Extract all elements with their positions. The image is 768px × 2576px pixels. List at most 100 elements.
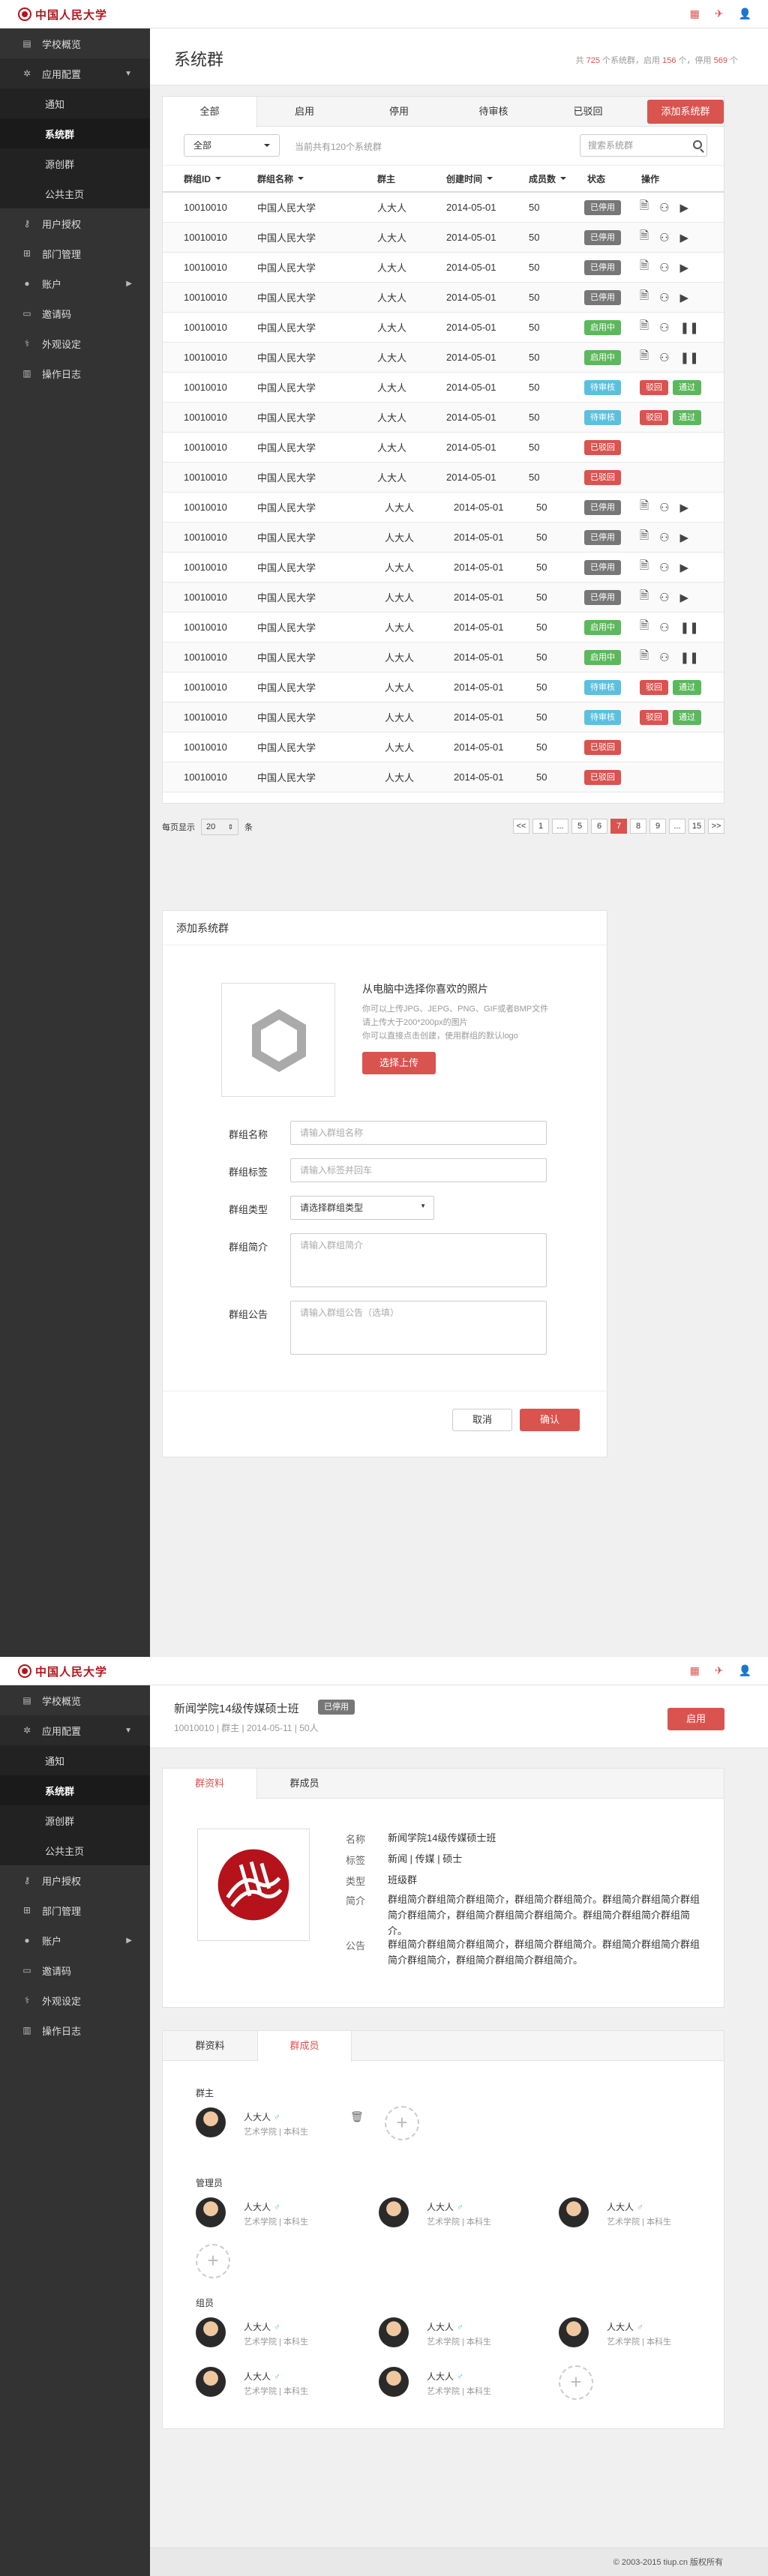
per-page-select[interactable]: 20 ⇕	[201, 819, 238, 835]
document-icon[interactable]: 🗎	[640, 288, 649, 307]
sidebar-item-invite[interactable]: ▭ 邀请码	[0, 298, 150, 328]
sidebar-subitem-public-page[interactable]: 公共主页	[0, 178, 150, 208]
sidebar-subitem-notice[interactable]: 通知	[0, 1745, 150, 1775]
search-icon[interactable]	[693, 140, 702, 149]
document-icon[interactable]: 🗎	[640, 648, 649, 666]
sidebar-item-app-config[interactable]: ✲ 应用配置 ▼	[0, 1715, 150, 1745]
brand-logo[interactable]: 中国人民大学	[18, 1664, 107, 1679]
tab-pending[interactable]: 待审核	[446, 97, 541, 127]
sidebar-item-account[interactable]: ● 账户 ▶	[0, 1925, 150, 1955]
document-icon[interactable]: 🗎	[640, 498, 649, 517]
member-card[interactable]: 人大人 ♂ 艺术学院 | 本科生	[196, 2196, 346, 2233]
pause-icon[interactable]: ❚❚	[680, 651, 699, 664]
table-row[interactable]: 10010010 中国人民大学 人大人 2014-05-01 50 已停用 🗎 ⚇ ▶	[163, 193, 724, 223]
brand-logo[interactable]: 中国人民大学	[18, 7, 107, 22]
document-icon[interactable]: 🗎	[640, 558, 649, 577]
page-button[interactable]: 8	[630, 819, 646, 834]
document-icon[interactable]: 🗎	[640, 348, 649, 367]
user-settings-icon[interactable]: ⚇	[659, 231, 669, 244]
page-button[interactable]: 5	[572, 819, 588, 834]
cancel-button[interactable]: 取消	[452, 1409, 512, 1431]
user-settings-icon[interactable]: ⚇	[659, 591, 669, 604]
table-row[interactable]: 10010010 中国人民大学 人大人 2014-05-01 50 待审核 驳回 通过	[163, 373, 724, 403]
member-card[interactable]: 人大人 ♂ 艺术学院 | 本科生	[379, 2365, 529, 2403]
search-input[interactable]: 搜索系统群	[580, 134, 707, 157]
table-row[interactable]: 10010010 中国人民大学 人大人 2014-05-01 50 已驳回	[163, 762, 724, 792]
table-row[interactable]: 10010010 中国人民大学 人大人 2014-05-01 50 启用中 🗎 ⚇ ❚❚	[163, 613, 724, 643]
sidebar-item-departments[interactable]: ⊞ 部门管理	[0, 1895, 150, 1925]
table-row[interactable]: 10010010 中国人民大学 人大人 2014-05-01 50 已停用 🗎 ⚇ ▶	[163, 283, 724, 313]
sidebar-item-user-auth[interactable]: ⚷ 用户授权	[0, 1865, 150, 1895]
table-row[interactable]: 10010010 中国人民大学 人大人 2014-05-01 50 启用中 🗎 ⚇ ❚❚	[163, 343, 724, 373]
tab-group-members[interactable]: 群成员	[257, 1769, 352, 1799]
tab-enabled[interactable]: 启用	[257, 97, 352, 127]
user-settings-icon[interactable]: ⚇	[659, 291, 669, 304]
pause-icon[interactable]: ❚❚	[680, 621, 699, 634]
member-card[interactable]: 人大人 ♂ 艺术学院 | 本科生	[379, 2196, 529, 2233]
play-icon[interactable]: ▶	[680, 201, 689, 214]
sidebar-item-log[interactable]: ▥ 操作日志	[0, 2015, 150, 2045]
add-member-icon[interactable]: +	[559, 2365, 593, 2400]
pause-icon[interactable]: ❚❚	[680, 321, 699, 334]
user-icon[interactable]: 👤	[739, 1664, 752, 1677]
table-row[interactable]: 10010010 中国人民大学 人大人 2014-05-01 50 待审核 驳回 通过	[163, 702, 724, 732]
document-icon[interactable]: 🗎	[640, 318, 649, 337]
rocket-icon[interactable]: ✈	[715, 1664, 724, 1677]
user-settings-icon[interactable]: ⚇	[659, 501, 669, 514]
user-icon[interactable]: 👤	[739, 7, 752, 20]
tab-group-info[interactable]: 群资料	[163, 1769, 257, 1799]
group-notice-textarea[interactable]: 请输入群组公告（选填）	[290, 1301, 547, 1355]
approve-button[interactable]: 通过	[673, 709, 701, 725]
group-type-select[interactable]: 请选择群组类型 ▼	[290, 1196, 434, 1220]
table-row[interactable]: 10010010 中国人民大学 人大人 2014-05-01 50 已停用 🗎 ⚇ ▶	[163, 493, 724, 523]
member-card[interactable]: 人大人 ♂ 艺术学院 | 本科生	[196, 2316, 346, 2353]
table-row[interactable]: 10010010 中国人民大学 人大人 2014-05-01 50 启用中 🗎 ⚇ ❚❚	[163, 313, 724, 343]
sidebar-subitem-notice[interactable]: 通知	[0, 88, 150, 118]
status-select[interactable]: 全部	[184, 134, 280, 157]
sidebar-item-appearance[interactable]: ⚕ 外观设定	[0, 328, 150, 358]
rocket-icon[interactable]: ✈	[715, 7, 724, 20]
sidebar-item-overview[interactable]: ▤ 学校概览	[0, 1685, 150, 1715]
sidebar-subitem-system-group[interactable]: 系统群	[0, 118, 150, 148]
user-settings-icon[interactable]: ⚇	[659, 261, 669, 274]
table-row[interactable]: 10010010 中国人民大学 人大人 2014-05-01 50 已停用 🗎 ⚇ ▶	[163, 583, 724, 613]
apps-grid-icon[interactable]: ▦	[690, 7, 700, 20]
upload-button[interactable]: 选择上传	[362, 1052, 436, 1074]
document-icon[interactable]: 🗎	[640, 588, 649, 607]
document-icon[interactable]: 🗎	[640, 198, 649, 217]
member-card[interactable]: 人大人 ♂ 艺术学院 | 本科生	[559, 2316, 709, 2353]
user-settings-icon[interactable]: ⚇	[659, 621, 669, 634]
user-settings-icon[interactable]: ⚇	[659, 351, 669, 364]
add-member-icon[interactable]: +	[385, 2106, 419, 2140]
user-settings-icon[interactable]: ⚇	[659, 321, 669, 334]
sidebar-subitem-public-page[interactable]: 公共主页	[0, 1835, 150, 1865]
reject-button[interactable]: 驳回	[640, 409, 668, 425]
play-icon[interactable]: ▶	[680, 261, 689, 274]
sidebar-subitem-origin-group[interactable]: 源创群	[0, 1805, 150, 1835]
group-tags-input[interactable]: 请输入标签并回车	[290, 1158, 547, 1182]
play-icon[interactable]: ▶	[680, 291, 689, 304]
table-row[interactable]: 10010010 中国人民大学 人大人 2014-05-01 50 待审核 驳回 通过	[163, 403, 724, 433]
page-button[interactable]: 1	[532, 819, 549, 834]
page-button[interactable]: 7	[610, 819, 627, 834]
tab-all[interactable]: 全部	[163, 97, 257, 127]
sidebar-subitem-origin-group[interactable]: 源创群	[0, 148, 150, 178]
table-row[interactable]: 10010010 中国人民大学 人大人 2014-05-01 50 已停用 🗎 ⚇ ▶	[163, 523, 724, 553]
table-row[interactable]: 10010010 中国人民大学 人大人 2014-05-01 50 启用中 🗎 ⚇ ❚❚	[163, 643, 724, 672]
user-settings-icon[interactable]: ⚇	[659, 531, 669, 544]
sidebar-item-invite[interactable]: ▭ 邀请码	[0, 1955, 150, 1985]
reject-button[interactable]: 驳回	[640, 709, 668, 725]
add-member-icon[interactable]: +	[196, 2244, 230, 2278]
enable-button[interactable]: 启用	[668, 1708, 724, 1730]
col-name[interactable]: 群组名称	[257, 166, 304, 191]
group-intro-textarea[interactable]: 请输入群组简介	[290, 1233, 547, 1287]
page-button[interactable]: ...	[552, 819, 568, 834]
table-row[interactable]: 10010010 中国人民大学 人大人 2014-05-01 50 已停用 🗎 ⚇ ▶	[163, 223, 724, 253]
sidebar-subitem-system-group[interactable]: 系统群	[0, 1775, 150, 1805]
tab-group-members[interactable]: 群成员	[257, 2031, 352, 2062]
table-row[interactable]: 10010010 中国人民大学 人大人 2014-05-01 50 已驳回	[163, 433, 724, 463]
tab-group-info[interactable]: 群资料	[163, 2031, 257, 2061]
sidebar-item-overview[interactable]: ▤ 学校概览	[0, 28, 150, 58]
table-row[interactable]: 10010010 中国人民大学 人大人 2014-05-01 50 已驳回	[163, 732, 724, 762]
tab-disabled[interactable]: 停用	[352, 97, 446, 127]
